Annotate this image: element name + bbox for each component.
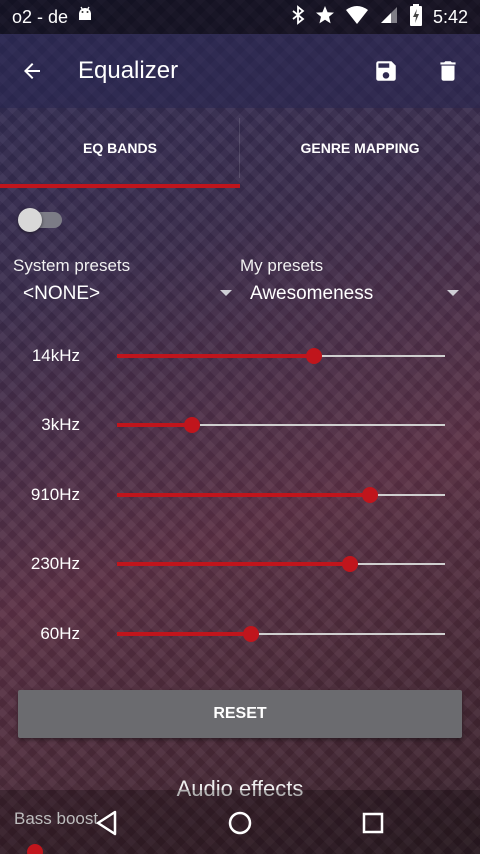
my-presets-dropdown[interactable]: Awesomeness [240, 280, 466, 310]
reset-button[interactable]: RESET [18, 690, 462, 738]
battery-icon [409, 3, 423, 31]
eq-band-label: 60Hz [40, 624, 80, 643]
eq-band-slider[interactable] [117, 417, 445, 433]
status-bar: o2 - de 5:42 [0, 0, 480, 34]
chevron-down-icon [447, 290, 459, 296]
wifi-icon [345, 5, 369, 30]
clock-label: 5:42 [432, 6, 468, 27]
eq-band-slider-fill [117, 493, 370, 497]
system-presets-value: <NONE> [23, 283, 101, 304]
tab-eq-bands[interactable]: EQ BANDS [0, 108, 240, 188]
delete-icon[interactable] [432, 55, 464, 87]
eq-band-slider-fill [117, 354, 314, 358]
nav-recents-icon[interactable] [356, 806, 390, 840]
eq-band-slider-knob[interactable] [243, 626, 259, 642]
eq-band-slider[interactable] [117, 487, 445, 503]
equalizer-enable-toggle[interactable] [18, 208, 64, 232]
eq-band-label: 230Hz [30, 554, 80, 573]
app-bar: Equalizer [0, 34, 480, 108]
bass-boost-slider-knob[interactable] [27, 844, 43, 854]
eq-band-slider-fill [117, 562, 350, 566]
eq-band-label: 910Hz [30, 485, 80, 504]
star-icon [315, 5, 335, 30]
eq-band-row: 230Hz [0, 544, 480, 584]
reset-button-label: RESET [213, 705, 267, 722]
chevron-down-icon [220, 290, 232, 296]
nav-back-icon[interactable] [90, 806, 124, 840]
eq-band-slider[interactable] [117, 556, 445, 572]
eq-band-row: 910Hz [0, 475, 480, 515]
eq-band-slider-fill [117, 423, 192, 427]
back-arrow-icon[interactable] [16, 55, 48, 87]
tab-label: GENRE MAPPING [300, 140, 420, 156]
eq-band-label: 14kHz [31, 346, 80, 365]
bluetooth-icon [291, 4, 305, 30]
my-presets-label: My presets [240, 256, 324, 275]
android-icon [76, 6, 94, 29]
signal-icon [379, 5, 399, 30]
eq-band-slider-knob[interactable] [184, 417, 200, 433]
save-icon[interactable] [370, 55, 402, 87]
eq-band-slider[interactable] [117, 626, 445, 642]
my-presets-value: Awesomeness [250, 283, 374, 304]
nav-home-icon[interactable] [223, 806, 257, 840]
eq-band-label: 3kHz [41, 415, 80, 434]
eq-band-row: 14kHz [0, 336, 480, 376]
eq-band-slider[interactable] [117, 348, 445, 364]
eq-band-slider-knob[interactable] [306, 348, 322, 364]
tab-genre-mapping[interactable]: GENRE MAPPING [240, 108, 480, 188]
eq-band-slider-knob[interactable] [342, 556, 358, 572]
system-presets-label: System presets [13, 256, 131, 275]
system-presets-dropdown[interactable]: <NONE> [13, 280, 239, 310]
tab-label: EQ BANDS [83, 140, 157, 156]
eq-band-slider-knob[interactable] [362, 487, 378, 503]
page-title: Equalizer [78, 57, 179, 84]
eq-band-slider-fill [117, 632, 251, 636]
eq-band-row: 60Hz [0, 614, 480, 654]
carrier-label: o2 - de [12, 6, 69, 27]
bass-boost-label: Bass boost [14, 809, 99, 828]
tab-bar: EQ BANDS GENRE MAPPING [0, 108, 480, 188]
eq-band-row: 3kHz [0, 405, 480, 445]
tab-divider [239, 118, 240, 178]
toggle-thumb [18, 208, 42, 232]
